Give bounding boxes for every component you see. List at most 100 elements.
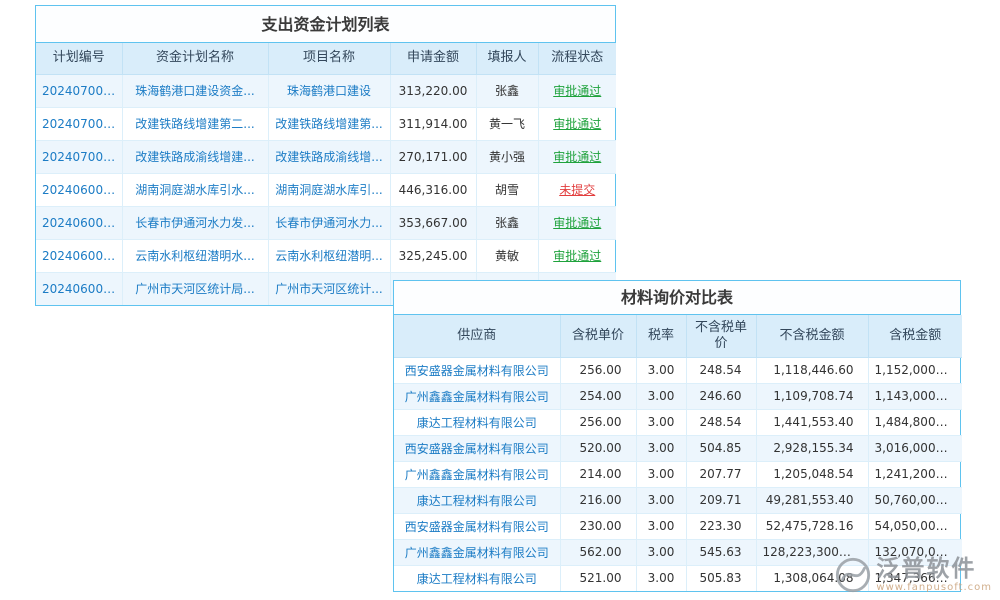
- price-without-tax-cell: 246.60: [686, 383, 756, 409]
- table-row: 广州鑫鑫金属材料有限公司214.003.00207.771,205,048.54…: [394, 461, 962, 487]
- tax-rate-cell: 3.00: [636, 461, 686, 487]
- tax-rate-cell: 3.00: [636, 357, 686, 383]
- filler-cell: 胡雪: [476, 173, 538, 206]
- table-row: 康达工程材料有限公司256.003.00248.541,441,553.401,…: [394, 409, 962, 435]
- price-with-tax-cell: 254.00: [560, 383, 636, 409]
- supplier-link[interactable]: 康达工程材料有限公司: [394, 565, 560, 591]
- plan-no-link[interactable]: 2024070001: [36, 140, 122, 173]
- amount-without-tax-cell: 1,441,553.40: [756, 409, 868, 435]
- fund-plan-name-link[interactable]: 改建铁路线增建第二...: [122, 107, 268, 140]
- fund-plan-name-link[interactable]: 湖南洞庭湖水库引水...: [122, 173, 268, 206]
- column-header-project-name: 项目名称: [268, 43, 390, 74]
- supplier-link[interactable]: 西安盛器金属材料有限公司: [394, 357, 560, 383]
- amount-without-tax-cell: 1,118,446.60: [756, 357, 868, 383]
- project-name-link[interactable]: 改建铁路成渝线增...: [268, 140, 390, 173]
- price-without-tax-cell: 207.77: [686, 461, 756, 487]
- apply-amount-cell: 270,171.00: [390, 140, 476, 173]
- column-header-amount-with-tax: 含税金额: [868, 315, 962, 357]
- tax-rate-cell: 3.00: [636, 409, 686, 435]
- table-row: 2024060010长春市伊通河水力发...长春市伊通河水力...353,667…: [36, 206, 616, 239]
- apply-amount-cell: 446,316.00: [390, 173, 476, 206]
- project-name-link[interactable]: 云南水利枢纽潜明...: [268, 239, 390, 272]
- table-row: 西安盛器金属材料有限公司230.003.00223.3052,475,728.1…: [394, 513, 962, 539]
- tax-rate-cell: 3.00: [636, 539, 686, 565]
- plan-no-link[interactable]: 2024060010: [36, 206, 122, 239]
- fund-plan-table: 计划编号资金计划名称项目名称申请金额填报人流程状态2024070003珠海鹤港口…: [36, 43, 616, 305]
- plan-no-link[interactable]: 2024060008: [36, 272, 122, 305]
- table-row: 2024070002改建铁路线增建第二...改建铁路线增建第...311,914…: [36, 107, 616, 140]
- table-row: 2024070003珠海鹤港口建设资金...珠海鹤港口建设313,220.00张…: [36, 74, 616, 107]
- project-name-link[interactable]: 湖南洞庭湖水库引...: [268, 173, 390, 206]
- tax-rate-cell: 3.00: [636, 383, 686, 409]
- filler-cell: 张鑫: [476, 206, 538, 239]
- column-header-amount-without-tax: 不含税金额: [756, 315, 868, 357]
- supplier-link[interactable]: 西安盛器金属材料有限公司: [394, 435, 560, 461]
- price-without-tax-cell: 248.54: [686, 409, 756, 435]
- supplier-link[interactable]: 广州鑫鑫金属材料有限公司: [394, 383, 560, 409]
- price-with-tax-cell: 562.00: [560, 539, 636, 565]
- amount-with-tax-cell: 50,760,000.00: [868, 487, 962, 513]
- price-with-tax-cell: 230.00: [560, 513, 636, 539]
- apply-amount-cell: 353,667.00: [390, 206, 476, 239]
- project-name-link[interactable]: 广州市天河区统计...: [268, 272, 390, 305]
- supplier-link[interactable]: 康达工程材料有限公司: [394, 409, 560, 435]
- project-name-link[interactable]: 改建铁路线增建第...: [268, 107, 390, 140]
- fund-plan-name-link[interactable]: 云南水利枢纽潜明水...: [122, 239, 268, 272]
- price-with-tax-cell: 521.00: [560, 565, 636, 591]
- watermark-text: 泛普软件 www.fanpusoft.com: [876, 557, 992, 592]
- amount-with-tax-cell: 1,241,200.00: [868, 461, 962, 487]
- process-status-link[interactable]: 审批通过: [538, 107, 616, 140]
- amount-with-tax-cell: 1,152,000.00: [868, 357, 962, 383]
- fund-plan-table-title: 支出资金计划列表: [36, 6, 615, 43]
- price-without-tax-cell: 545.63: [686, 539, 756, 565]
- project-name-link[interactable]: 长春市伊通河水力...: [268, 206, 390, 239]
- watermark-brand: 泛普软件: [876, 557, 976, 581]
- table-row: 康达工程材料有限公司216.003.00209.7149,281,553.405…: [394, 487, 962, 513]
- filler-cell: 张鑫: [476, 74, 538, 107]
- process-status-link[interactable]: 审批通过: [538, 140, 616, 173]
- column-header-apply-amount: 申请金额: [390, 43, 476, 74]
- price-with-tax-cell: 520.00: [560, 435, 636, 461]
- amount-with-tax-cell: 1,143,000.00: [868, 383, 962, 409]
- filler-cell: 黄小强: [476, 140, 538, 173]
- table-row: 西安盛器金属材料有限公司520.003.00504.852,928,155.34…: [394, 435, 962, 461]
- process-status-link[interactable]: 未提交: [538, 173, 616, 206]
- tax-rate-cell: 3.00: [636, 565, 686, 591]
- price-without-tax-cell: 223.30: [686, 513, 756, 539]
- column-header-supplier: 供应商: [394, 315, 560, 357]
- supplier-link[interactable]: 西安盛器金属材料有限公司: [394, 513, 560, 539]
- table-row: 2024060009云南水利枢纽潜明水...云南水利枢纽潜明...325,245…: [36, 239, 616, 272]
- process-status-link[interactable]: 审批通过: [538, 74, 616, 107]
- apply-amount-cell: 311,914.00: [390, 107, 476, 140]
- column-header-process-status: 流程状态: [538, 43, 616, 74]
- price-with-tax-cell: 216.00: [560, 487, 636, 513]
- supplier-link[interactable]: 康达工程材料有限公司: [394, 487, 560, 513]
- column-header-tax-rate: 税率: [636, 315, 686, 357]
- fund-plan-name-link[interactable]: 改建铁路成渝线增建...: [122, 140, 268, 173]
- plan-no-link[interactable]: 2024060011: [36, 173, 122, 206]
- fund-plan-name-link[interactable]: 长春市伊通河水力发...: [122, 206, 268, 239]
- material-quote-table: 供应商含税单价税率不含税单价不含税金额含税金额西安盛器金属材料有限公司256.0…: [394, 315, 962, 591]
- amount-with-tax-cell: 54,050,000.00: [868, 513, 962, 539]
- tax-rate-cell: 3.00: [636, 513, 686, 539]
- material-quote-table-title: 材料询价对比表: [394, 281, 960, 315]
- price-without-tax-cell: 505.83: [686, 565, 756, 591]
- plan-no-link[interactable]: 2024070002: [36, 107, 122, 140]
- amount-without-tax-cell: 2,928,155.34: [756, 435, 868, 461]
- price-with-tax-cell: 214.00: [560, 461, 636, 487]
- supplier-link[interactable]: 广州鑫鑫金属材料有限公司: [394, 539, 560, 565]
- fund-plan-name-link[interactable]: 珠海鹤港口建设资金...: [122, 74, 268, 107]
- column-header-filler: 填报人: [476, 43, 538, 74]
- supplier-link[interactable]: 广州鑫鑫金属材料有限公司: [394, 461, 560, 487]
- header-row: 供应商含税单价税率不含税单价不含税金额含税金额: [394, 315, 962, 357]
- fund-plan-name-link[interactable]: 广州市天河区统计局...: [122, 272, 268, 305]
- amount-without-tax-cell: 49,281,553.40: [756, 487, 868, 513]
- plan-no-link[interactable]: 2024070003: [36, 74, 122, 107]
- amount-without-tax-cell: 52,475,728.16: [756, 513, 868, 539]
- process-status-link[interactable]: 审批通过: [538, 206, 616, 239]
- process-status-link[interactable]: 审批通过: [538, 239, 616, 272]
- price-without-tax-cell: 209.71: [686, 487, 756, 513]
- price-with-tax-cell: 256.00: [560, 409, 636, 435]
- project-name-link[interactable]: 珠海鹤港口建设: [268, 74, 390, 107]
- plan-no-link[interactable]: 2024060009: [36, 239, 122, 272]
